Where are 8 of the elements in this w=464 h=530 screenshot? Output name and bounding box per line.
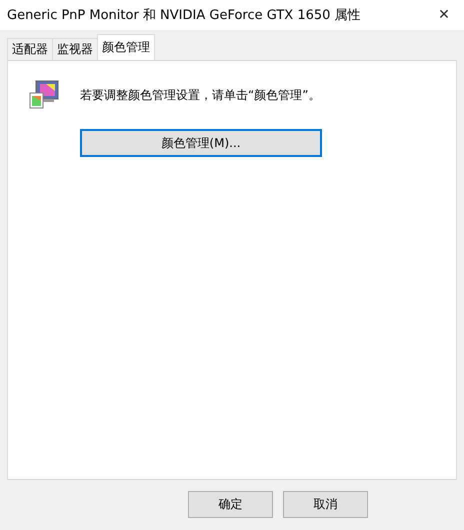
dialog-button[interactable]: 确定: [188, 491, 273, 518]
close-button[interactable]: ✕: [424, 7, 464, 23]
tab[interactable]: 颜色管理: [97, 34, 155, 60]
color-management-button[interactable]: 颜色管理(M)...: [80, 129, 322, 157]
tab[interactable]: 适配器: [7, 38, 53, 60]
dialog-button[interactable]: 取消: [283, 491, 368, 518]
instruction-text: 若要调整颜色管理设置，请单击“颜色管理”。: [80, 86, 320, 104]
window-title: Generic PnP Monitor 和 NVIDIA GeForce GTX 1650 属性: [7, 7, 361, 24]
